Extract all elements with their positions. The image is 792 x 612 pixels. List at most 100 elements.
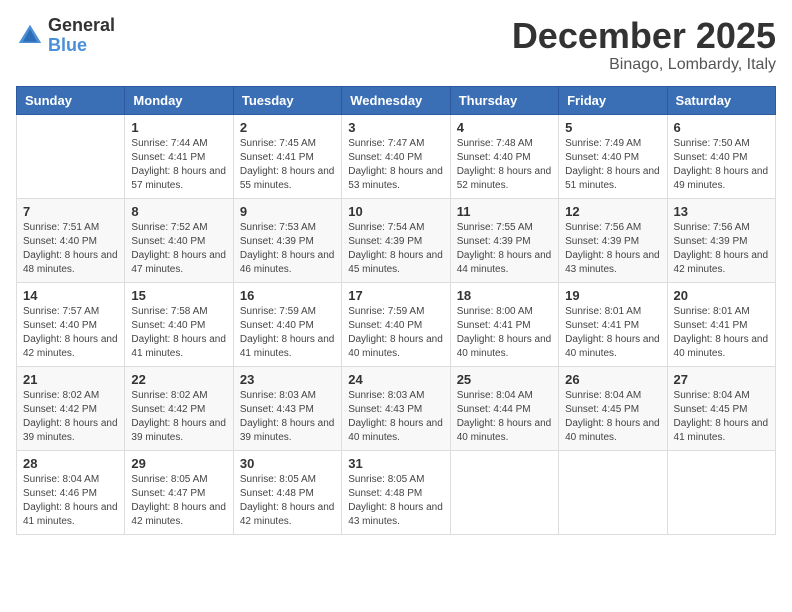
calendar-header-thursday: Thursday [450, 86, 558, 114]
cell-info: Sunrise: 7:44 AMSunset: 4:41 PMDaylight:… [131, 137, 226, 193]
cell-info: Sunrise: 8:01 AMSunset: 4:41 PMDaylight:… [565, 305, 660, 361]
day-number: 6 [674, 120, 769, 135]
calendar-cell: 27 Sunrise: 8:04 AMSunset: 4:45 PMDaylig… [667, 366, 775, 450]
calendar-cell: 30 Sunrise: 8:05 AMSunset: 4:48 PMDaylig… [233, 450, 341, 534]
day-number: 3 [348, 120, 443, 135]
day-number: 19 [565, 288, 660, 303]
day-number: 24 [348, 372, 443, 387]
cell-info: Sunrise: 7:56 AMSunset: 4:39 PMDaylight:… [565, 221, 660, 277]
cell-info: Sunrise: 8:04 AMSunset: 4:45 PMDaylight:… [674, 389, 769, 445]
day-number: 13 [674, 204, 769, 219]
calendar-cell: 24 Sunrise: 8:03 AMSunset: 4:43 PMDaylig… [342, 366, 450, 450]
calendar-week-4: 21 Sunrise: 8:02 AMSunset: 4:42 PMDaylig… [17, 366, 776, 450]
cell-info: Sunrise: 8:05 AMSunset: 4:47 PMDaylight:… [131, 473, 226, 529]
cell-info: Sunrise: 8:03 AMSunset: 4:43 PMDaylight:… [240, 389, 335, 445]
day-number: 23 [240, 372, 335, 387]
calendar-cell [559, 450, 667, 534]
calendar-cell: 1 Sunrise: 7:44 AMSunset: 4:41 PMDayligh… [125, 114, 233, 198]
day-number: 4 [457, 120, 552, 135]
calendar-header-sunday: Sunday [17, 86, 125, 114]
cell-info: Sunrise: 7:50 AMSunset: 4:40 PMDaylight:… [674, 137, 769, 193]
cell-info: Sunrise: 7:48 AMSunset: 4:40 PMDaylight:… [457, 137, 552, 193]
calendar-cell: 23 Sunrise: 8:03 AMSunset: 4:43 PMDaylig… [233, 366, 341, 450]
cell-info: Sunrise: 7:52 AMSunset: 4:40 PMDaylight:… [131, 221, 226, 277]
calendar-week-5: 28 Sunrise: 8:04 AMSunset: 4:46 PMDaylig… [17, 450, 776, 534]
cell-info: Sunrise: 8:04 AMSunset: 4:46 PMDaylight:… [23, 473, 118, 529]
day-number: 9 [240, 204, 335, 219]
calendar-cell: 11 Sunrise: 7:55 AMSunset: 4:39 PMDaylig… [450, 198, 558, 282]
calendar-cell: 16 Sunrise: 7:59 AMSunset: 4:40 PMDaylig… [233, 282, 341, 366]
logo-blue: Blue [48, 35, 87, 55]
header: General Blue December 2025 Binago, Lomba… [16, 16, 776, 74]
calendar-header-tuesday: Tuesday [233, 86, 341, 114]
day-number: 7 [23, 204, 118, 219]
cell-info: Sunrise: 7:49 AMSunset: 4:40 PMDaylight:… [565, 137, 660, 193]
day-number: 8 [131, 204, 226, 219]
calendar-header-row: SundayMondayTuesdayWednesdayThursdayFrid… [17, 86, 776, 114]
calendar-cell: 26 Sunrise: 8:04 AMSunset: 4:45 PMDaylig… [559, 366, 667, 450]
calendar-cell: 17 Sunrise: 7:59 AMSunset: 4:40 PMDaylig… [342, 282, 450, 366]
calendar-cell: 4 Sunrise: 7:48 AMSunset: 4:40 PMDayligh… [450, 114, 558, 198]
cell-info: Sunrise: 8:05 AMSunset: 4:48 PMDaylight:… [240, 473, 335, 529]
calendar-cell: 7 Sunrise: 7:51 AMSunset: 4:40 PMDayligh… [17, 198, 125, 282]
day-number: 12 [565, 204, 660, 219]
cell-info: Sunrise: 8:04 AMSunset: 4:45 PMDaylight:… [565, 389, 660, 445]
day-number: 29 [131, 456, 226, 471]
cell-info: Sunrise: 8:00 AMSunset: 4:41 PMDaylight:… [457, 305, 552, 361]
logo-general: General [48, 15, 115, 35]
month-title: December 2025 [512, 16, 776, 56]
cell-info: Sunrise: 8:04 AMSunset: 4:44 PMDaylight:… [457, 389, 552, 445]
calendar-cell: 25 Sunrise: 8:04 AMSunset: 4:44 PMDaylig… [450, 366, 558, 450]
logo: General Blue [16, 16, 115, 56]
cell-info: Sunrise: 7:53 AMSunset: 4:39 PMDaylight:… [240, 221, 335, 277]
calendar-cell: 21 Sunrise: 8:02 AMSunset: 4:42 PMDaylig… [17, 366, 125, 450]
calendar-cell: 13 Sunrise: 7:56 AMSunset: 4:39 PMDaylig… [667, 198, 775, 282]
location-title: Binago, Lombardy, Italy [512, 56, 776, 74]
calendar-cell: 31 Sunrise: 8:05 AMSunset: 4:48 PMDaylig… [342, 450, 450, 534]
calendar-week-1: 1 Sunrise: 7:44 AMSunset: 4:41 PMDayligh… [17, 114, 776, 198]
day-number: 26 [565, 372, 660, 387]
cell-info: Sunrise: 7:59 AMSunset: 4:40 PMDaylight:… [348, 305, 443, 361]
calendar-cell: 15 Sunrise: 7:58 AMSunset: 4:40 PMDaylig… [125, 282, 233, 366]
day-number: 16 [240, 288, 335, 303]
cell-info: Sunrise: 7:58 AMSunset: 4:40 PMDaylight:… [131, 305, 226, 361]
cell-info: Sunrise: 7:54 AMSunset: 4:39 PMDaylight:… [348, 221, 443, 277]
cell-info: Sunrise: 8:02 AMSunset: 4:42 PMDaylight:… [131, 389, 226, 445]
calendar-cell: 22 Sunrise: 8:02 AMSunset: 4:42 PMDaylig… [125, 366, 233, 450]
calendar-cell: 18 Sunrise: 8:00 AMSunset: 4:41 PMDaylig… [450, 282, 558, 366]
cell-info: Sunrise: 8:03 AMSunset: 4:43 PMDaylight:… [348, 389, 443, 445]
cell-info: Sunrise: 8:01 AMSunset: 4:41 PMDaylight:… [674, 305, 769, 361]
calendar-cell: 9 Sunrise: 7:53 AMSunset: 4:39 PMDayligh… [233, 198, 341, 282]
calendar-cell: 5 Sunrise: 7:49 AMSunset: 4:40 PMDayligh… [559, 114, 667, 198]
title-area: December 2025 Binago, Lombardy, Italy [512, 16, 776, 74]
calendar-cell: 3 Sunrise: 7:47 AMSunset: 4:40 PMDayligh… [342, 114, 450, 198]
day-number: 21 [23, 372, 118, 387]
calendar-header-wednesday: Wednesday [342, 86, 450, 114]
calendar-cell [17, 114, 125, 198]
calendar-cell: 28 Sunrise: 8:04 AMSunset: 4:46 PMDaylig… [17, 450, 125, 534]
day-number: 15 [131, 288, 226, 303]
day-number: 11 [457, 204, 552, 219]
calendar-cell: 10 Sunrise: 7:54 AMSunset: 4:39 PMDaylig… [342, 198, 450, 282]
calendar-cell [667, 450, 775, 534]
day-number: 14 [23, 288, 118, 303]
cell-info: Sunrise: 7:55 AMSunset: 4:39 PMDaylight:… [457, 221, 552, 277]
calendar-week-3: 14 Sunrise: 7:57 AMSunset: 4:40 PMDaylig… [17, 282, 776, 366]
calendar-cell: 12 Sunrise: 7:56 AMSunset: 4:39 PMDaylig… [559, 198, 667, 282]
calendar-header-friday: Friday [559, 86, 667, 114]
day-number: 25 [457, 372, 552, 387]
calendar-week-2: 7 Sunrise: 7:51 AMSunset: 4:40 PMDayligh… [17, 198, 776, 282]
calendar-cell: 2 Sunrise: 7:45 AMSunset: 4:41 PMDayligh… [233, 114, 341, 198]
day-number: 18 [457, 288, 552, 303]
cell-info: Sunrise: 7:59 AMSunset: 4:40 PMDaylight:… [240, 305, 335, 361]
cell-info: Sunrise: 8:05 AMSunset: 4:48 PMDaylight:… [348, 473, 443, 529]
cell-info: Sunrise: 7:56 AMSunset: 4:39 PMDaylight:… [674, 221, 769, 277]
cell-info: Sunrise: 7:57 AMSunset: 4:40 PMDaylight:… [23, 305, 118, 361]
calendar-header-saturday: Saturday [667, 86, 775, 114]
cell-info: Sunrise: 7:45 AMSunset: 4:41 PMDaylight:… [240, 137, 335, 193]
calendar-cell: 14 Sunrise: 7:57 AMSunset: 4:40 PMDaylig… [17, 282, 125, 366]
day-number: 10 [348, 204, 443, 219]
day-number: 30 [240, 456, 335, 471]
cell-info: Sunrise: 8:02 AMSunset: 4:42 PMDaylight:… [23, 389, 118, 445]
cell-info: Sunrise: 7:51 AMSunset: 4:40 PMDaylight:… [23, 221, 118, 277]
